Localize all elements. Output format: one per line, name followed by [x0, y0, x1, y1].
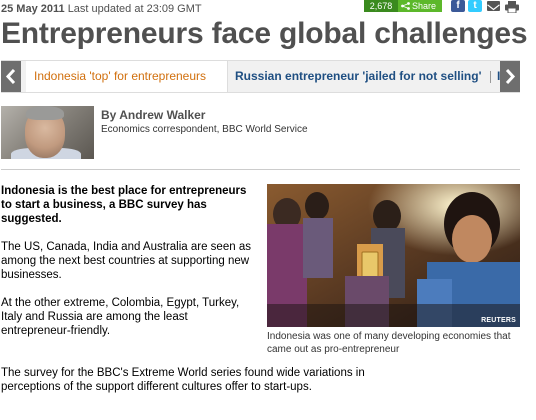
chevron-left-icon [5, 69, 16, 84]
share-label: Share [412, 1, 437, 11]
article-headline: Entrepreneurs face global challenges [1, 17, 528, 50]
author-photo [1, 106, 94, 159]
story-image: REUTERS [267, 184, 520, 327]
carousel-prev-button[interactable] [1, 61, 21, 92]
date-value: 25 May 2011 [1, 3, 65, 15]
print-icon[interactable] [505, 0, 519, 14]
related-stories-carousel: Indonesia 'top' for entrepreneurs Russia… [1, 60, 520, 93]
twitter-icon[interactable]: t [468, 0, 482, 12]
article-paragraph: At the other extreme, Colombia, Egypt, T… [1, 297, 240, 337]
article-paragraph: The survey for the BBC's Extreme World s… [1, 367, 365, 393]
share-icon [401, 2, 410, 10]
tab-divider [490, 71, 491, 83]
article-intro: Indonesia is the best place for entrepre… [1, 185, 247, 225]
share-button[interactable]: Share [398, 0, 442, 12]
article-date: 25 May 2011 Last updated at 23:09 GMT [1, 3, 202, 15]
chevron-right-icon [505, 69, 516, 84]
image-caption: Indonesia was one of many developing eco… [267, 331, 511, 355]
article-paragraph: The US, Canada, India and Australia are … [1, 241, 251, 281]
author-role: Economics correspondent, BBC World Servi… [101, 124, 308, 135]
photo-credit: REUTERS [481, 317, 516, 324]
last-updated: Last updated at 23:09 GMT [67, 3, 202, 15]
author-name: By Andrew Walker [101, 108, 206, 122]
facebook-icon[interactable]: f [451, 0, 465, 12]
related-story-tab[interactable]: Russian entrepreneur 'jailed for not sel… [235, 61, 481, 92]
article-body: Indonesia is the best place for entrepre… [1, 184, 256, 352]
related-story-tab-active[interactable]: Indonesia 'top' for entrepreneurs [26, 61, 228, 92]
share-count: 2,678 [364, 0, 398, 12]
divider [1, 169, 520, 170]
carousel-next-button[interactable] [500, 61, 520, 92]
article-meta-bar: 25 May 2011 Last updated at 23:09 GMT 2,… [0, 0, 536, 18]
email-icon[interactable] [487, 1, 500, 11]
